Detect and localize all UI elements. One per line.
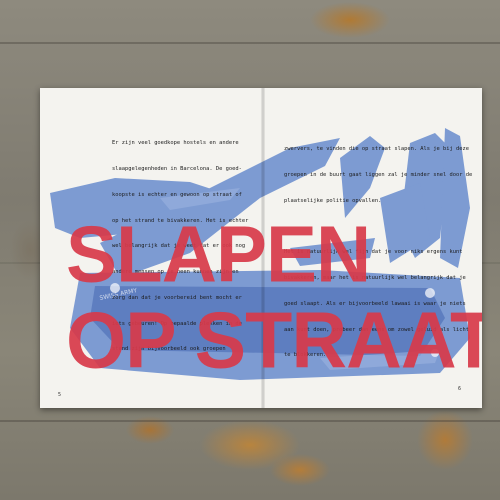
text-line: zwervers, te vinden die op straat slapen…: [284, 146, 469, 153]
text-line: koopste is echter en gewoon op straat of: [112, 191, 242, 198]
headline-line-2: OP STRAAT: [66, 295, 482, 385]
table-plank-seam: [0, 42, 500, 44]
headline-line-1: SLAPEN: [66, 209, 371, 299]
text-line: plaatselijke politie opvallen.: [284, 197, 382, 204]
page-number-right: 6: [458, 386, 462, 392]
text-line: groepen in de buurt gaat liggen zal je m…: [284, 171, 473, 178]
open-brochure: SWISS ARMY Er zijn veel goedkope hostels…: [40, 88, 482, 408]
page-number-left: 5: [58, 392, 62, 398]
text-line: slaapgelegenheden in Barcelona. De goed-: [112, 165, 242, 172]
table-plank-seam: [0, 420, 500, 422]
text-line: Er zijn veel goedkope hostels en andere: [112, 140, 239, 147]
